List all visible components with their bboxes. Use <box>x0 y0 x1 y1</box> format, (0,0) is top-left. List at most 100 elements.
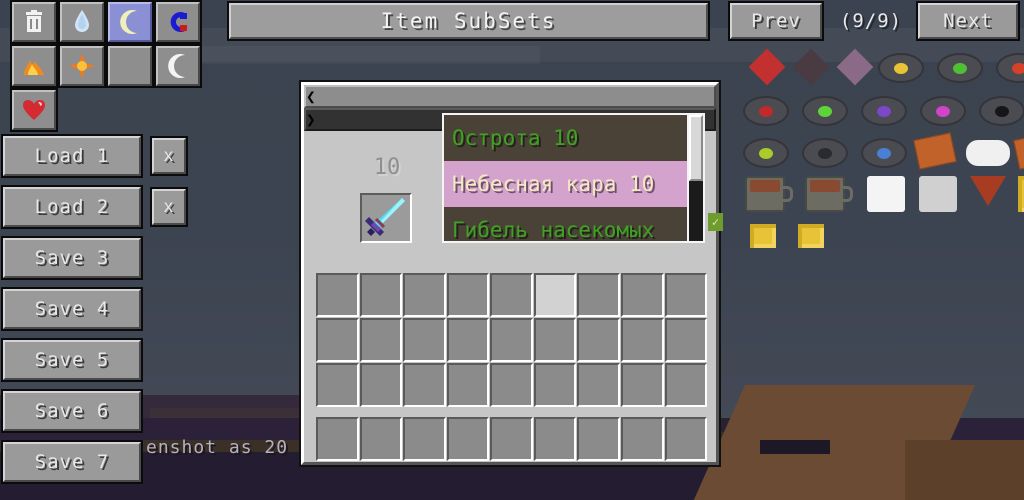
window-title-bar: Item SubSets <box>227 1 710 41</box>
inventory-slot[interactable] <box>620 273 664 317</box>
music-disc-item[interactable] <box>743 96 789 126</box>
inventory-slot[interactable] <box>403 318 446 362</box>
hotbar-slot[interactable] <box>577 417 620 461</box>
hotbar-slot[interactable] <box>316 417 359 461</box>
inventory-slot[interactable] <box>316 363 359 407</box>
delete-slot-button-1[interactable]: x <box>150 136 188 176</box>
inventory-slot[interactable] <box>359 273 403 317</box>
enchantment-list-scrollbar[interactable] <box>687 113 705 243</box>
music-disc-item[interactable] <box>878 53 924 83</box>
inventory-slot[interactable] <box>664 363 708 407</box>
fire-icon[interactable] <box>10 44 58 88</box>
inventory-slot[interactable] <box>316 273 359 317</box>
inventory-slot[interactable] <box>359 363 403 407</box>
enchant-item-slot[interactable] <box>360 193 412 243</box>
water-drop-icon[interactable] <box>58 0 106 44</box>
brick-item[interactable] <box>913 132 957 170</box>
disc-purple-icon <box>861 96 907 126</box>
decrement-level-button[interactable]: ❮ <box>304 85 716 108</box>
hotbar-slot[interactable] <box>664 417 708 461</box>
funnel-item[interactable] <box>970 176 1006 206</box>
inventory-slot[interactable] <box>533 318 577 362</box>
scrollbar-thumb[interactable] <box>689 115 703 181</box>
inventory-slot[interactable] <box>577 363 620 407</box>
inventory-slot-highlighted[interactable] <box>533 273 577 317</box>
sponge-item[interactable] <box>798 224 824 248</box>
white-block-item[interactable] <box>867 176 905 212</box>
gem-mauve-item[interactable] <box>836 48 874 86</box>
trash-icon[interactable] <box>10 0 58 44</box>
delete-slot-button-2[interactable]: x <box>150 187 188 227</box>
enchantment-list-item[interactable]: Гибель насекомых <box>444 207 690 241</box>
inventory-slot[interactable] <box>359 318 403 362</box>
screenshot-status-text: enshot as 20 <box>146 437 289 458</box>
enchantment-list-item[interactable]: Острота 10 <box>444 115 690 161</box>
music-disc-item[interactable] <box>920 96 966 126</box>
music-disc-item[interactable] <box>802 96 848 126</box>
music-disc-item[interactable] <box>802 138 848 168</box>
hotbar-slot[interactable] <box>490 417 533 461</box>
enabled-check-icon[interactable]: ✓ <box>708 213 723 231</box>
save-slot-button-7[interactable]: Save 7 <box>1 440 143 484</box>
inventory-slot[interactable] <box>620 363 664 407</box>
music-disc-item[interactable] <box>861 96 907 126</box>
inventory-slot[interactable] <box>403 273 446 317</box>
prev-page-button[interactable]: Prev <box>728 1 824 41</box>
sun-burst-icon[interactable] <box>58 44 106 88</box>
magnet-icon[interactable] <box>154 0 202 44</box>
inventory-slot[interactable] <box>316 318 359 362</box>
cloud-item[interactable] <box>966 140 1010 166</box>
inventory-slot[interactable] <box>620 318 664 362</box>
next-page-button[interactable]: Next <box>916 1 1020 41</box>
inventory-slot[interactable] <box>446 363 490 407</box>
inventory-slot[interactable] <box>490 318 533 362</box>
inventory-slot[interactable] <box>664 273 708 317</box>
save-slot-button-6[interactable]: Save 6 <box>1 389 143 433</box>
inventory-row <box>316 363 708 408</box>
save-slot-button-4[interactable]: Save 4 <box>1 287 143 331</box>
save-slot-button-1[interactable]: Load 1 <box>1 134 143 178</box>
moon-white-icon[interactable] <box>154 44 202 88</box>
inventory-slot[interactable] <box>490 273 533 317</box>
save-slot-button-2[interactable]: Load 2 <box>1 185 143 229</box>
enchantment-list-item-selected[interactable]: Небесная кара 10 <box>444 161 690 207</box>
enchantment-list[interactable]: Острота 10 Небесная кара 10 Гибель насек… <box>442 113 692 243</box>
hotbar-slot[interactable] <box>533 417 577 461</box>
gem-dark-item[interactable] <box>792 48 830 86</box>
crescent-moon-icon[interactable] <box>106 0 154 44</box>
item-list-panel <box>728 44 1024 264</box>
inventory-slot[interactable] <box>664 318 708 362</box>
hotbar-slot[interactable] <box>359 417 403 461</box>
music-disc-item[interactable] <box>743 138 789 168</box>
hotbar-slot[interactable] <box>620 417 664 461</box>
moon-phase-icon[interactable] <box>106 44 154 88</box>
inventory-slot[interactable] <box>490 363 533 407</box>
sponge-item[interactable] <box>750 224 776 248</box>
brick-item[interactable] <box>1013 132 1024 170</box>
music-disc-item[interactable] <box>979 96 1024 126</box>
save-slot-button-3[interactable]: Save 3 <box>1 236 143 280</box>
inventory-slot[interactable] <box>533 363 577 407</box>
item-subsets-panel: ❮ 10 ❯ Острота 10 Небесная кара 10 Гибел… <box>299 80 723 467</box>
sponge-item[interactable] <box>1018 176 1024 212</box>
enchant-level-value: 10 <box>373 154 401 180</box>
mushroom-stew-item[interactable] <box>745 176 793 212</box>
brick-icon <box>913 132 957 170</box>
music-disc-item[interactable] <box>937 53 983 83</box>
inventory-slot[interactable] <box>577 273 620 317</box>
inventory-slot[interactable] <box>446 318 490 362</box>
music-disc-item[interactable] <box>996 53 1024 83</box>
gray-block-icon <box>919 176 957 212</box>
gem-red-item[interactable] <box>748 48 786 86</box>
inventory-slot[interactable] <box>577 318 620 362</box>
hotbar-slot[interactable] <box>403 417 446 461</box>
gray-block-item[interactable] <box>919 176 957 212</box>
heart-icon[interactable] <box>10 88 58 132</box>
disc-gold-icon <box>878 53 924 83</box>
hotbar-slot[interactable] <box>446 417 490 461</box>
mushroom-stew-item[interactable] <box>805 176 853 212</box>
inventory-slot[interactable] <box>403 363 446 407</box>
inventory-slot[interactable] <box>446 273 490 317</box>
save-slot-button-5[interactable]: Save 5 <box>1 338 143 382</box>
music-disc-item[interactable] <box>861 138 907 168</box>
